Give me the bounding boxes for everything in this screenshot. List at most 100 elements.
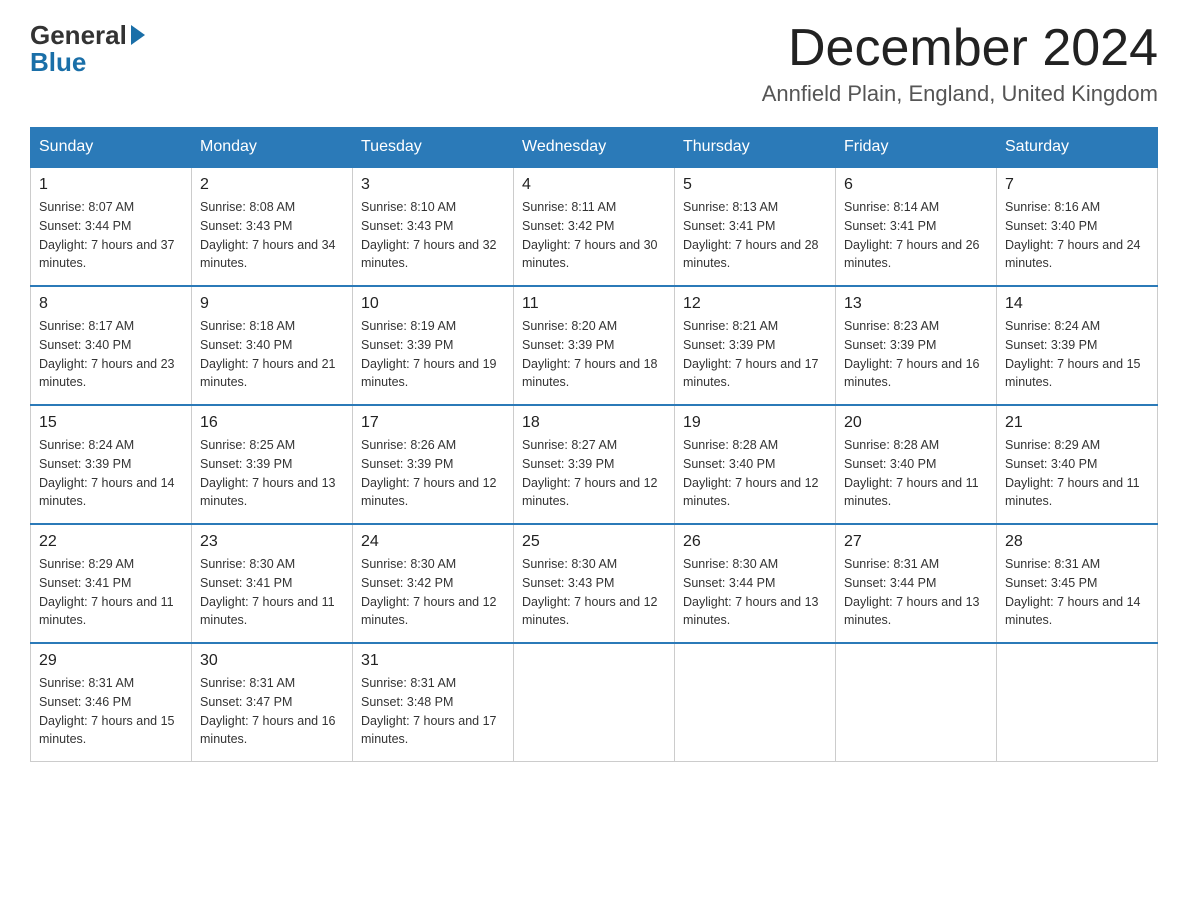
calendar-cell: 22 Sunrise: 8:29 AMSunset: 3:41 PMDaylig…: [31, 524, 192, 643]
calendar-cell: 1 Sunrise: 8:07 AMSunset: 3:44 PMDayligh…: [31, 167, 192, 286]
calendar-cell: 13 Sunrise: 8:23 AMSunset: 3:39 PMDaylig…: [836, 286, 997, 405]
calendar-cell: [836, 643, 997, 762]
day-info: Sunrise: 8:29 AMSunset: 3:40 PMDaylight:…: [1005, 436, 1149, 511]
day-number: 2: [200, 176, 344, 194]
calendar-cell: 20 Sunrise: 8:28 AMSunset: 3:40 PMDaylig…: [836, 405, 997, 524]
calendar-cell: 9 Sunrise: 8:18 AMSunset: 3:40 PMDayligh…: [192, 286, 353, 405]
day-number: 20: [844, 414, 988, 432]
day-number: 8: [39, 295, 183, 313]
calendar-cell: 26 Sunrise: 8:30 AMSunset: 3:44 PMDaylig…: [675, 524, 836, 643]
day-number: 16: [200, 414, 344, 432]
day-number: 12: [683, 295, 827, 313]
day-info: Sunrise: 8:30 AMSunset: 3:43 PMDaylight:…: [522, 555, 666, 630]
day-number: 1: [39, 176, 183, 194]
calendar-cell: 11 Sunrise: 8:20 AMSunset: 3:39 PMDaylig…: [514, 286, 675, 405]
day-number: 14: [1005, 295, 1149, 313]
day-number: 29: [39, 652, 183, 670]
day-info: Sunrise: 8:20 AMSunset: 3:39 PMDaylight:…: [522, 317, 666, 392]
title-section: December 2024 Annfield Plain, England, U…: [762, 20, 1158, 107]
week-row-3: 15 Sunrise: 8:24 AMSunset: 3:39 PMDaylig…: [31, 405, 1158, 524]
day-info: Sunrise: 8:31 AMSunset: 3:45 PMDaylight:…: [1005, 555, 1149, 630]
day-info: Sunrise: 8:24 AMSunset: 3:39 PMDaylight:…: [39, 436, 183, 511]
logo-blue-text: Blue: [30, 47, 86, 78]
day-number: 24: [361, 533, 505, 551]
day-info: Sunrise: 8:26 AMSunset: 3:39 PMDaylight:…: [361, 436, 505, 511]
calendar-cell: 23 Sunrise: 8:30 AMSunset: 3:41 PMDaylig…: [192, 524, 353, 643]
day-info: Sunrise: 8:29 AMSunset: 3:41 PMDaylight:…: [39, 555, 183, 630]
day-info: Sunrise: 8:28 AMSunset: 3:40 PMDaylight:…: [683, 436, 827, 511]
day-info: Sunrise: 8:17 AMSunset: 3:40 PMDaylight:…: [39, 317, 183, 392]
day-number: 22: [39, 533, 183, 551]
calendar-cell: 19 Sunrise: 8:28 AMSunset: 3:40 PMDaylig…: [675, 405, 836, 524]
calendar-cell: 25 Sunrise: 8:30 AMSunset: 3:43 PMDaylig…: [514, 524, 675, 643]
day-info: Sunrise: 8:07 AMSunset: 3:44 PMDaylight:…: [39, 198, 183, 273]
calendar-cell: 8 Sunrise: 8:17 AMSunset: 3:40 PMDayligh…: [31, 286, 192, 405]
day-number: 28: [1005, 533, 1149, 551]
day-info: Sunrise: 8:27 AMSunset: 3:39 PMDaylight:…: [522, 436, 666, 511]
day-info: Sunrise: 8:19 AMSunset: 3:39 PMDaylight:…: [361, 317, 505, 392]
day-header-friday: Friday: [836, 128, 997, 168]
day-number: 17: [361, 414, 505, 432]
calendar-cell: 29 Sunrise: 8:31 AMSunset: 3:46 PMDaylig…: [31, 643, 192, 762]
logo: General Blue: [30, 20, 145, 78]
calendar-cell: 18 Sunrise: 8:27 AMSunset: 3:39 PMDaylig…: [514, 405, 675, 524]
day-info: Sunrise: 8:24 AMSunset: 3:39 PMDaylight:…: [1005, 317, 1149, 392]
day-info: Sunrise: 8:31 AMSunset: 3:48 PMDaylight:…: [361, 674, 505, 749]
day-info: Sunrise: 8:16 AMSunset: 3:40 PMDaylight:…: [1005, 198, 1149, 273]
day-info: Sunrise: 8:30 AMSunset: 3:41 PMDaylight:…: [200, 555, 344, 630]
calendar-cell: 7 Sunrise: 8:16 AMSunset: 3:40 PMDayligh…: [997, 167, 1158, 286]
page-header: General Blue December 2024 Annfield Plai…: [30, 20, 1158, 107]
day-number: 26: [683, 533, 827, 551]
day-number: 6: [844, 176, 988, 194]
week-row-1: 1 Sunrise: 8:07 AMSunset: 3:44 PMDayligh…: [31, 167, 1158, 286]
day-number: 9: [200, 295, 344, 313]
day-info: Sunrise: 8:21 AMSunset: 3:39 PMDaylight:…: [683, 317, 827, 392]
calendar-cell: 6 Sunrise: 8:14 AMSunset: 3:41 PMDayligh…: [836, 167, 997, 286]
calendar-table: SundayMondayTuesdayWednesdayThursdayFrid…: [30, 127, 1158, 762]
day-info: Sunrise: 8:23 AMSunset: 3:39 PMDaylight:…: [844, 317, 988, 392]
day-info: Sunrise: 8:31 AMSunset: 3:44 PMDaylight:…: [844, 555, 988, 630]
day-header-saturday: Saturday: [997, 128, 1158, 168]
day-number: 25: [522, 533, 666, 551]
calendar-cell: 3 Sunrise: 8:10 AMSunset: 3:43 PMDayligh…: [353, 167, 514, 286]
day-header-wednesday: Wednesday: [514, 128, 675, 168]
day-header-monday: Monday: [192, 128, 353, 168]
day-number: 27: [844, 533, 988, 551]
calendar-cell: 21 Sunrise: 8:29 AMSunset: 3:40 PMDaylig…: [997, 405, 1158, 524]
calendar-cell: [675, 643, 836, 762]
week-row-4: 22 Sunrise: 8:29 AMSunset: 3:41 PMDaylig…: [31, 524, 1158, 643]
day-number: 23: [200, 533, 344, 551]
calendar-cell: 4 Sunrise: 8:11 AMSunset: 3:42 PMDayligh…: [514, 167, 675, 286]
day-number: 4: [522, 176, 666, 194]
day-number: 21: [1005, 414, 1149, 432]
calendar-cell: 15 Sunrise: 8:24 AMSunset: 3:39 PMDaylig…: [31, 405, 192, 524]
calendar-cell: 10 Sunrise: 8:19 AMSunset: 3:39 PMDaylig…: [353, 286, 514, 405]
day-number: 19: [683, 414, 827, 432]
day-number: 18: [522, 414, 666, 432]
day-number: 5: [683, 176, 827, 194]
logo-triangle-icon: [131, 25, 145, 45]
calendar-cell: 24 Sunrise: 8:30 AMSunset: 3:42 PMDaylig…: [353, 524, 514, 643]
calendar-cell: [514, 643, 675, 762]
calendar-cell: 5 Sunrise: 8:13 AMSunset: 3:41 PMDayligh…: [675, 167, 836, 286]
location-subtitle: Annfield Plain, England, United Kingdom: [762, 81, 1158, 107]
day-number: 15: [39, 414, 183, 432]
day-info: Sunrise: 8:13 AMSunset: 3:41 PMDaylight:…: [683, 198, 827, 273]
day-info: Sunrise: 8:30 AMSunset: 3:44 PMDaylight:…: [683, 555, 827, 630]
month-title: December 2024: [762, 20, 1158, 77]
day-info: Sunrise: 8:30 AMSunset: 3:42 PMDaylight:…: [361, 555, 505, 630]
calendar-cell: 27 Sunrise: 8:31 AMSunset: 3:44 PMDaylig…: [836, 524, 997, 643]
calendar-cell: 28 Sunrise: 8:31 AMSunset: 3:45 PMDaylig…: [997, 524, 1158, 643]
calendar-cell: 2 Sunrise: 8:08 AMSunset: 3:43 PMDayligh…: [192, 167, 353, 286]
week-row-5: 29 Sunrise: 8:31 AMSunset: 3:46 PMDaylig…: [31, 643, 1158, 762]
day-info: Sunrise: 8:28 AMSunset: 3:40 PMDaylight:…: [844, 436, 988, 511]
day-number: 31: [361, 652, 505, 670]
day-number: 7: [1005, 176, 1149, 194]
day-info: Sunrise: 8:14 AMSunset: 3:41 PMDaylight:…: [844, 198, 988, 273]
day-number: 13: [844, 295, 988, 313]
calendar-cell: [997, 643, 1158, 762]
calendar-cell: 12 Sunrise: 8:21 AMSunset: 3:39 PMDaylig…: [675, 286, 836, 405]
day-info: Sunrise: 8:31 AMSunset: 3:47 PMDaylight:…: [200, 674, 344, 749]
day-number: 30: [200, 652, 344, 670]
day-header-sunday: Sunday: [31, 128, 192, 168]
